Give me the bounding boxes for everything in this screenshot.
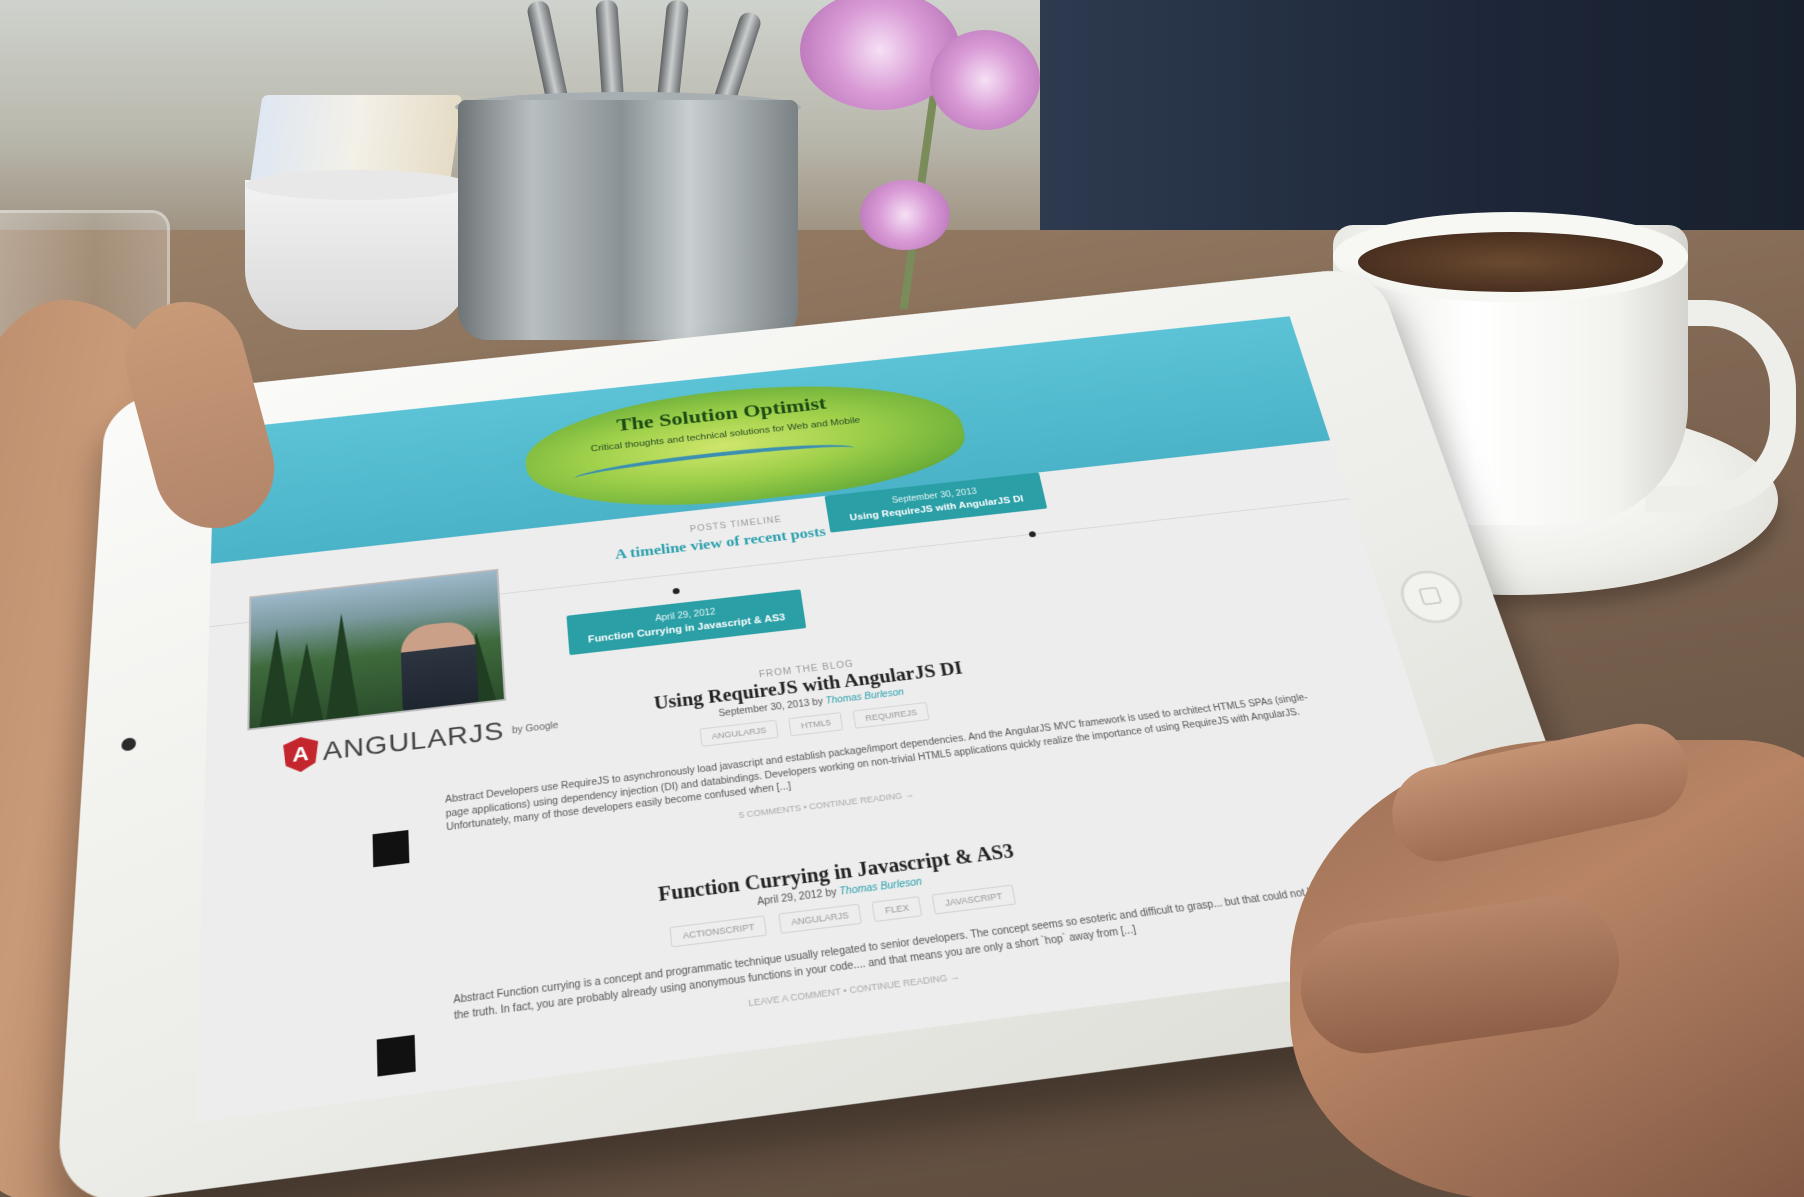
tag[interactable]: ACTIONSCRIPT — [670, 915, 768, 947]
post-thumbnail[interactable] — [373, 830, 410, 867]
tag[interactable]: JAVASCRIPT — [932, 885, 1016, 915]
flower — [930, 30, 1040, 130]
sugar-bowl-rim — [245, 170, 470, 200]
coffee — [1358, 232, 1663, 292]
tree — [325, 611, 358, 719]
timeline-dot — [1028, 531, 1036, 537]
flower — [860, 180, 950, 250]
tag[interactable]: ANGULARJS — [778, 904, 862, 934]
tag[interactable]: FLEX — [872, 896, 922, 922]
timeline-card[interactable]: April 29, 2012 Function Currying in Java… — [566, 589, 806, 655]
sugar-bowl — [245, 180, 470, 330]
tree — [290, 641, 323, 724]
cafe-scene: The Solution Optimist Critical thoughts … — [0, 0, 1804, 1197]
post-thumbnail[interactable] — [377, 1035, 416, 1077]
timeline-dot — [672, 588, 679, 595]
tag[interactable]: HTML5 — [789, 712, 844, 736]
tree — [260, 627, 293, 727]
camera-icon — [121, 737, 136, 751]
home-button[interactable] — [1393, 568, 1470, 627]
tag[interactable]: ANGULARJS — [700, 720, 779, 747]
person — [400, 619, 479, 710]
tag[interactable]: REQUIREJS — [853, 702, 930, 729]
utensil-tin — [458, 100, 798, 340]
